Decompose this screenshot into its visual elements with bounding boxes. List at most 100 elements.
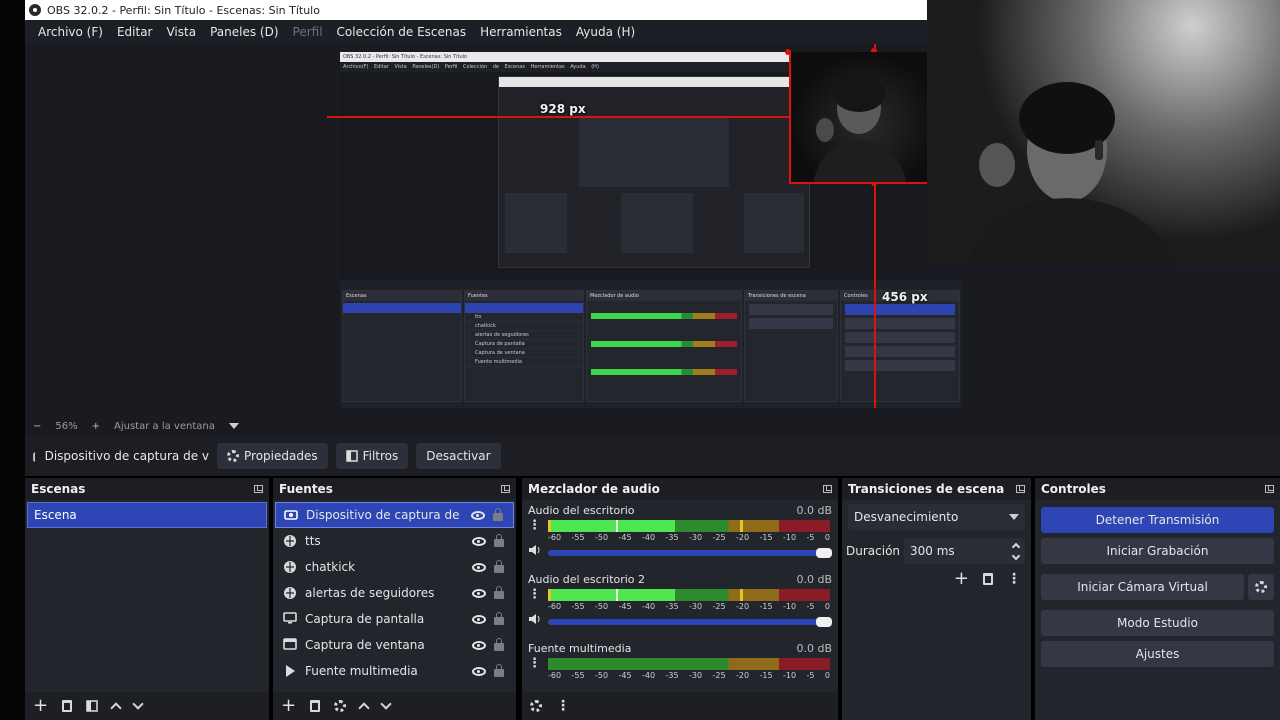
obs-logo-icon [29, 4, 41, 16]
channel-menu-icon[interactable]: ⋮ [528, 519, 541, 532]
meter-scale: -60 -55 -50 -45 -40 -35 -30 -25 -20 -15 -10 -5 0 [548, 671, 830, 680]
scene-item[interactable]: Escena [27, 502, 267, 528]
transition-actions: + ⋮ [842, 570, 1031, 588]
menu-paneles[interactable]: Paneles (D) [203, 25, 285, 39]
move-up-icon[interactable] [110, 702, 122, 714]
source-item-label: Dispositivo de captura de video [306, 508, 463, 522]
menu-coleccion-escenas[interactable]: Colección de Escenas [330, 25, 474, 39]
visibility-eye-icon[interactable] [472, 562, 486, 572]
move-up-icon[interactable] [358, 702, 370, 714]
fit-to-window-label: Ajustar a la ventana [114, 420, 215, 432]
add-transition-button[interactable]: + [954, 570, 969, 588]
source-item[interactable]: alertas de seguidores [275, 580, 514, 606]
lock-icon[interactable] [494, 560, 504, 573]
undock-icon[interactable] [254, 485, 263, 493]
menu-vista[interactable]: Vista [159, 25, 203, 39]
volume-slider-knob[interactable] [816, 548, 832, 558]
filter-icon[interactable] [86, 700, 98, 712]
filter-icon [345, 450, 358, 462]
selected-camera-source[interactable] [789, 52, 927, 184]
undock-icon[interactable] [1265, 485, 1274, 493]
remove-scene-icon[interactable] [62, 700, 73, 712]
transitions-dock: Transiciones de escena Desvanecimiento D… [842, 478, 1031, 720]
speaker-icon[interactable] [528, 613, 540, 625]
visibility-eye-icon[interactable] [471, 510, 485, 520]
remove-source-icon[interactable] [310, 700, 321, 712]
source-item[interactable]: Dispositivo de captura de video [275, 502, 514, 528]
volume-slider[interactable] [548, 548, 832, 558]
person-silhouette-icon [967, 82, 1177, 265]
spin-arrows-icon[interactable] [1011, 540, 1021, 563]
play-icon [286, 665, 295, 677]
lock-icon[interactable] [493, 508, 503, 521]
menu-archivo[interactable]: Archivo (F) [31, 25, 110, 39]
gear-icon [1255, 581, 1267, 593]
menu-herramientas[interactable]: Herramientas [473, 25, 569, 39]
start-virtual-camera-button[interactable]: Iniciar Cámara Virtual [1041, 574, 1244, 600]
transitions-title: Transiciones de escena [848, 482, 1005, 496]
source-item[interactable]: Captura de pantalla [275, 606, 514, 632]
duration-spinbox[interactable]: 300 ms [904, 538, 1025, 564]
add-scene-button[interactable]: + [33, 697, 48, 715]
menu-bar: Archivo (F) Editar Vista Paneles (D) Per… [25, 20, 927, 44]
speaker-icon[interactable] [528, 544, 540, 556]
mixer-menu-icon[interactable]: ⋮ [556, 698, 570, 714]
channel-menu-icon[interactable]: ⋮ [528, 657, 541, 670]
visibility-eye-icon[interactable] [472, 640, 486, 650]
source-item[interactable]: Captura de ventana [275, 632, 514, 658]
volume-slider-knob[interactable] [816, 617, 832, 627]
undock-icon[interactable] [823, 485, 832, 493]
zoom-out-button[interactable]: − [33, 421, 41, 432]
menu-ayuda[interactable]: Ayuda (H) [569, 25, 642, 39]
source-item-label: Fuente multimedia [305, 664, 418, 678]
filters-label: Filtros [362, 449, 399, 463]
sources-dock: Fuentes Dispositivo de captura de video … [273, 478, 516, 720]
undock-icon[interactable] [1016, 485, 1025, 493]
source-item[interactable]: chatkick [275, 554, 514, 580]
transition-select[interactable]: Desvanecimiento [848, 504, 1025, 530]
lock-icon[interactable] [494, 534, 504, 547]
lock-icon[interactable] [494, 586, 504, 599]
menu-editar[interactable]: Editar [110, 25, 160, 39]
menu-perfil[interactable]: Perfil [286, 25, 330, 39]
sources-list: Dispositivo de captura de video tts chat… [273, 500, 516, 720]
studio-mode-button[interactable]: Modo Estudio [1041, 610, 1274, 636]
filters-button[interactable]: Filtros [335, 443, 409, 469]
visibility-eye-icon[interactable] [472, 536, 486, 546]
undock-icon[interactable] [501, 485, 510, 493]
zoom-in-button[interactable]: + [92, 421, 100, 432]
stop-stream-button[interactable]: Detener Transmisión [1041, 507, 1274, 533]
channel-menu-icon[interactable]: ⋮ [528, 588, 541, 601]
properties-button[interactable]: Propiedades [217, 443, 328, 469]
virtual-camera-settings-button[interactable] [1248, 574, 1274, 600]
deactivate-button[interactable]: Desactivar [416, 443, 501, 469]
move-down-icon[interactable] [132, 698, 144, 710]
visibility-eye-icon[interactable] [472, 588, 486, 598]
zoom-dropdown-icon[interactable] [228, 423, 239, 429]
left-margin [0, 0, 25, 720]
meter-scale: -60 -55 -50 -45 -40 -35 -30 -25 -20 -15 -10 -5 0 [548, 533, 830, 542]
volume-meter [548, 520, 830, 532]
transition-menu-icon[interactable]: ⋮ [1007, 571, 1021, 587]
visibility-eye-icon[interactable] [472, 666, 486, 676]
transition-selected: Desvanecimiento [854, 510, 959, 524]
controls-title: Controles [1041, 482, 1106, 496]
volume-slider[interactable] [548, 617, 832, 627]
gear-icon[interactable] [334, 700, 347, 712]
properties-label: Propiedades [244, 449, 318, 463]
lock-icon[interactable] [494, 638, 504, 651]
visibility-eye-icon[interactable] [472, 614, 486, 624]
start-recording-button[interactable]: Iniciar Grabación [1041, 538, 1274, 564]
mixer-channels: Audio del escritorio 0.0 dB ⋮ -60 -55 -50 -4… [522, 500, 838, 720]
move-down-icon[interactable] [380, 698, 392, 710]
remove-transition-icon[interactable] [983, 573, 993, 585]
source-item[interactable]: Fuente multimedia [275, 658, 514, 684]
lock-icon[interactable] [494, 612, 504, 625]
add-source-button[interactable]: + [281, 697, 296, 715]
lock-icon[interactable] [494, 664, 504, 677]
settings-button[interactable]: Ajustes [1041, 641, 1274, 667]
source-item[interactable]: tts [275, 528, 514, 554]
scenes-title: Escenas [31, 482, 86, 496]
advanced-audio-icon[interactable] [530, 700, 542, 712]
camera-icon [33, 452, 35, 462]
